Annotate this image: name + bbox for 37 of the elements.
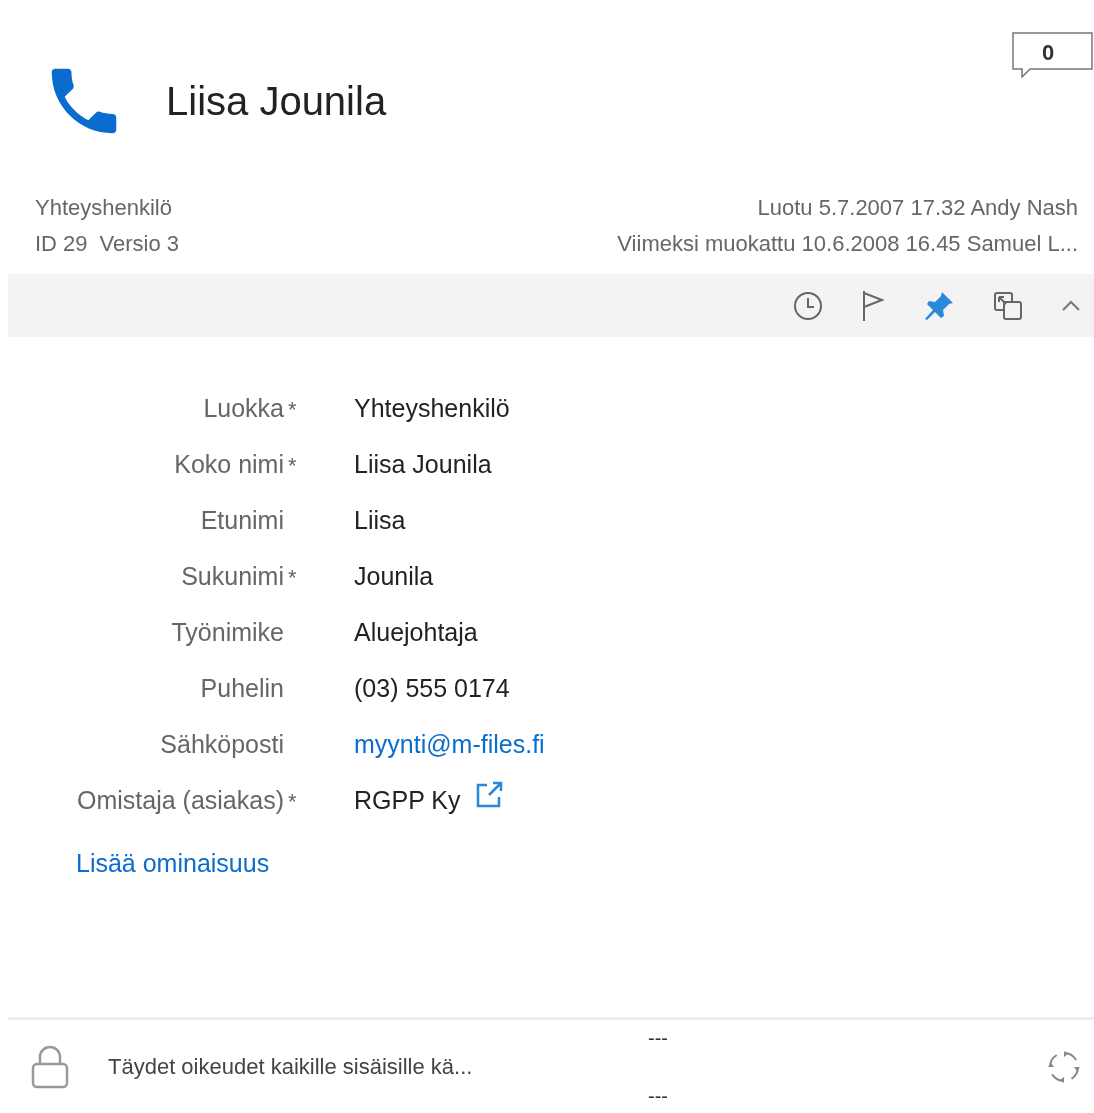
modified-info: Viimeksi muokattu 10.6.2008 16.45 Samuel L... — [617, 230, 1078, 258]
property-label: Sukunimi — [180, 561, 284, 593]
property-value[interactable]: Liisa — [354, 502, 406, 540]
required-mark: * — [288, 397, 297, 422]
workflow-state-value[interactable]: --- — [648, 1080, 668, 1111]
property-value[interactable]: Aluejohtaja — [354, 614, 478, 652]
collapse-icon[interactable] — [1060, 298, 1082, 313]
property-value[interactable]: Jounila — [354, 558, 434, 596]
created-info: Luotu 5.7.2007 17.32 Andy Nash — [757, 194, 1078, 222]
property-value[interactable]: Yhteyshenkilö — [354, 390, 510, 428]
property-value[interactable]: (03) 555 0174 — [354, 670, 510, 708]
object-title: Liisa Jounila — [166, 78, 387, 125]
object-version: Versio 3 — [99, 230, 180, 258]
workflow-value[interactable]: --- — [648, 1022, 668, 1053]
property-label: Koko nimi — [173, 449, 284, 481]
object-id: ID 29 — [35, 230, 88, 258]
copy-link-icon[interactable] — [992, 289, 1024, 322]
property-label: Sähköposti — [159, 729, 284, 761]
required-mark: * — [288, 453, 297, 478]
lock-icon — [30, 1043, 70, 1090]
property-label: Luokka — [202, 393, 284, 425]
permissions-text[interactable]: Täydet oikeudet kaikille sisäisille kä... — [108, 1050, 628, 1083]
property-label: Puhelin — [199, 673, 284, 705]
external-link-icon[interactable] — [474, 781, 503, 809]
required-mark: * — [288, 789, 297, 814]
required-mark: * — [288, 565, 297, 590]
email-link[interactable]: myynti@m-files.fi — [354, 726, 545, 764]
flag-icon[interactable] — [860, 288, 886, 323]
refresh-icon[interactable] — [1046, 1048, 1082, 1085]
history-icon[interactable] — [792, 289, 824, 322]
object-type: Yhteyshenkilö — [35, 194, 173, 222]
property-label: Työnimike — [170, 617, 284, 649]
add-property-link[interactable]: Lisää ominaisuus — [76, 849, 270, 877]
property-value[interactable]: RGPP Ky — [354, 782, 461, 820]
property-label: Omistaja (asiakas) — [76, 785, 284, 817]
property-label: Etunimi — [199, 505, 284, 537]
property-value[interactable]: Liisa Jounila — [354, 446, 492, 484]
